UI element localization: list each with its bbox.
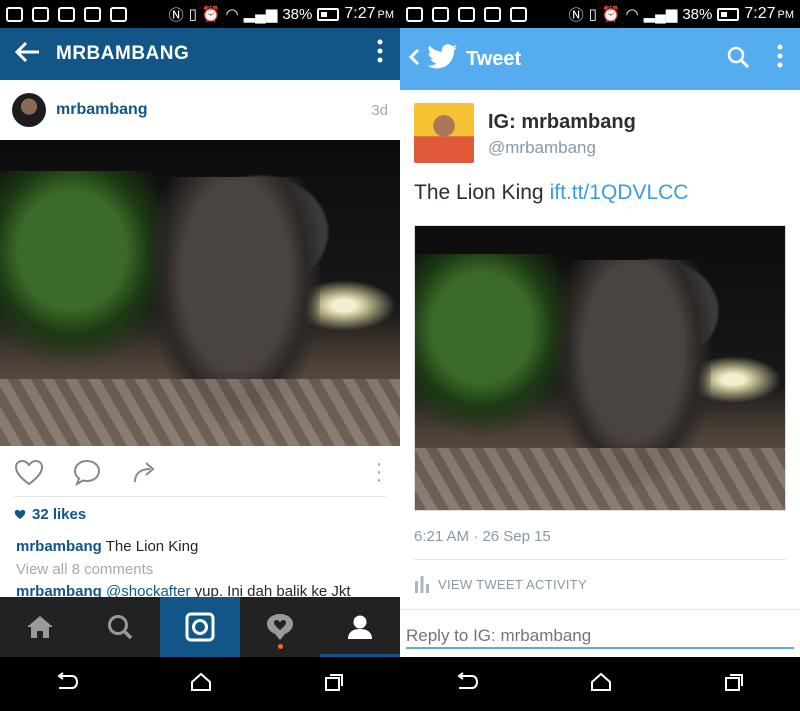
comment-username[interactable]: mrbambang <box>16 583 102 597</box>
divider <box>414 559 786 560</box>
activity-icon[interactable] <box>240 597 320 657</box>
system-nav-bar <box>0 657 400 711</box>
recents-icon[interactable] <box>323 672 345 697</box>
more-options-icon[interactable]: · · · <box>372 454 386 490</box>
alarm-icon: ⏰ <box>601 6 621 23</box>
battery-percent: 38% <box>682 5 713 23</box>
back-chevron-icon[interactable] <box>400 46 428 72</box>
nfc-icon: Ⓝ <box>168 6 184 24</box>
view-all-comments-link[interactable]: View all 8 comments <box>16 561 153 578</box>
likes-count[interactable]: 32 likes <box>14 506 86 523</box>
divider <box>400 609 800 610</box>
twitter-header: Tweet <box>400 28 800 90</box>
tweet-timestamp: 6:21 AM · 26 Sep 15 <box>414 528 551 545</box>
back-icon[interactable] <box>455 671 479 697</box>
notification-icon <box>510 6 527 22</box>
heart-icon[interactable] <box>14 457 44 487</box>
clock: 7:27 PM <box>344 5 394 22</box>
camera-icon[interactable] <box>160 597 240 657</box>
comment: mrbambang @shockafter yup. Ini dah balik… <box>16 583 396 597</box>
home-button-icon[interactable] <box>190 672 212 697</box>
tweet-photo[interactable] <box>414 225 786 511</box>
share-arrow-icon[interactable] <box>130 457 160 487</box>
view-tweet-activity-button[interactable]: VIEW TWEET ACTIVITY <box>414 575 587 593</box>
post-caption: mrbambang The Lion King <box>16 538 198 555</box>
reply-underline <box>406 647 794 649</box>
overflow-menu-icon[interactable] <box>360 39 400 70</box>
notification-icon <box>32 6 49 22</box>
clock: 7:27 PM <box>744 5 794 22</box>
battery-icon <box>717 7 740 21</box>
twitter-screen: Ⓝ ▯ ⏰ ◠ ▂▄▆ 38% 7:27 PM Tweet IG: mrbamba… <box>400 0 800 711</box>
reply-input[interactable] <box>400 615 800 657</box>
notification-icon <box>406 6 423 22</box>
tweet-text: The Lion King ift.tt/1QDVLCC <box>414 181 689 204</box>
back-arrow-icon[interactable] <box>0 38 56 70</box>
vibrate-icon: ▯ <box>588 6 597 23</box>
back-icon[interactable] <box>55 671 79 697</box>
post-actions: · · · <box>0 446 400 498</box>
avatar[interactable] <box>12 93 46 127</box>
post-age: 3d <box>371 101 388 119</box>
signal-icon: ▂▄▆ <box>643 6 678 23</box>
caption-username[interactable]: mrbambang <box>16 538 102 555</box>
overflow-menu-icon[interactable] <box>760 44 800 75</box>
notification-icon <box>110 6 127 22</box>
wifi-icon: ◠ <box>625 6 639 23</box>
recents-icon[interactable] <box>723 672 745 697</box>
comment-mention[interactable]: @shockafter <box>106 583 190 597</box>
battery-icon <box>317 7 340 21</box>
post-header: mrbambang 3d <box>0 80 400 140</box>
notification-dot <box>277 644 283 649</box>
search-icon[interactable] <box>716 45 760 74</box>
bottom-tab-bar <box>0 597 400 657</box>
instagram-header: MRBAMBANG <box>0 28 400 80</box>
battery-percent: 38% <box>282 5 313 23</box>
vibrate-icon: ▯ <box>188 6 197 23</box>
nfc-icon: Ⓝ <box>568 6 584 24</box>
home-icon[interactable] <box>0 597 80 657</box>
notification-icon <box>432 6 449 22</box>
notification-icon <box>84 6 101 22</box>
tweet-link[interactable]: ift.tt/1QDVLCC <box>550 181 689 204</box>
user-handle[interactable]: @mrbambang <box>488 138 596 158</box>
heart-icon <box>14 509 26 520</box>
system-nav-bar <box>400 657 800 711</box>
comment-bubble-icon[interactable] <box>72 457 102 487</box>
alarm-icon: ⏰ <box>201 6 221 23</box>
instagram-screen: Ⓝ ▯ ⏰ ◠ ▂▄▆ 38% 7:27 PM MRBAMBANG mrbamba… <box>0 0 400 711</box>
page-title: MRBAMBANG <box>56 43 190 64</box>
search-icon[interactable] <box>80 597 160 657</box>
bar-chart-icon <box>415 576 429 593</box>
post-photo[interactable] <box>0 140 400 446</box>
notification-icon <box>6 6 23 22</box>
status-bar: Ⓝ ▯ ⏰ ◠ ▂▄▆ 38% 7:27 PM <box>0 0 400 28</box>
notification-icon <box>58 6 75 22</box>
post-username[interactable]: mrbambang <box>56 101 371 119</box>
wifi-icon: ◠ <box>225 6 239 23</box>
profile-icon[interactable] <box>320 597 400 657</box>
notification-icon <box>458 6 475 22</box>
avatar[interactable] <box>414 103 474 163</box>
notification-icon <box>484 6 501 22</box>
caption-text: The Lion King <box>105 538 199 555</box>
display-name[interactable]: IG: mrbambang <box>488 111 636 134</box>
comment-text: yup. Ini dah balik ke Jkt <box>194 583 351 597</box>
home-button-icon[interactable] <box>590 672 612 697</box>
page-title: Tweet <box>466 47 522 70</box>
twitter-bird-icon <box>427 44 458 74</box>
divider <box>14 496 386 497</box>
status-bar: Ⓝ ▯ ⏰ ◠ ▂▄▆ 38% 7:27 PM <box>400 0 800 28</box>
signal-icon: ▂▄▆ <box>243 6 278 23</box>
